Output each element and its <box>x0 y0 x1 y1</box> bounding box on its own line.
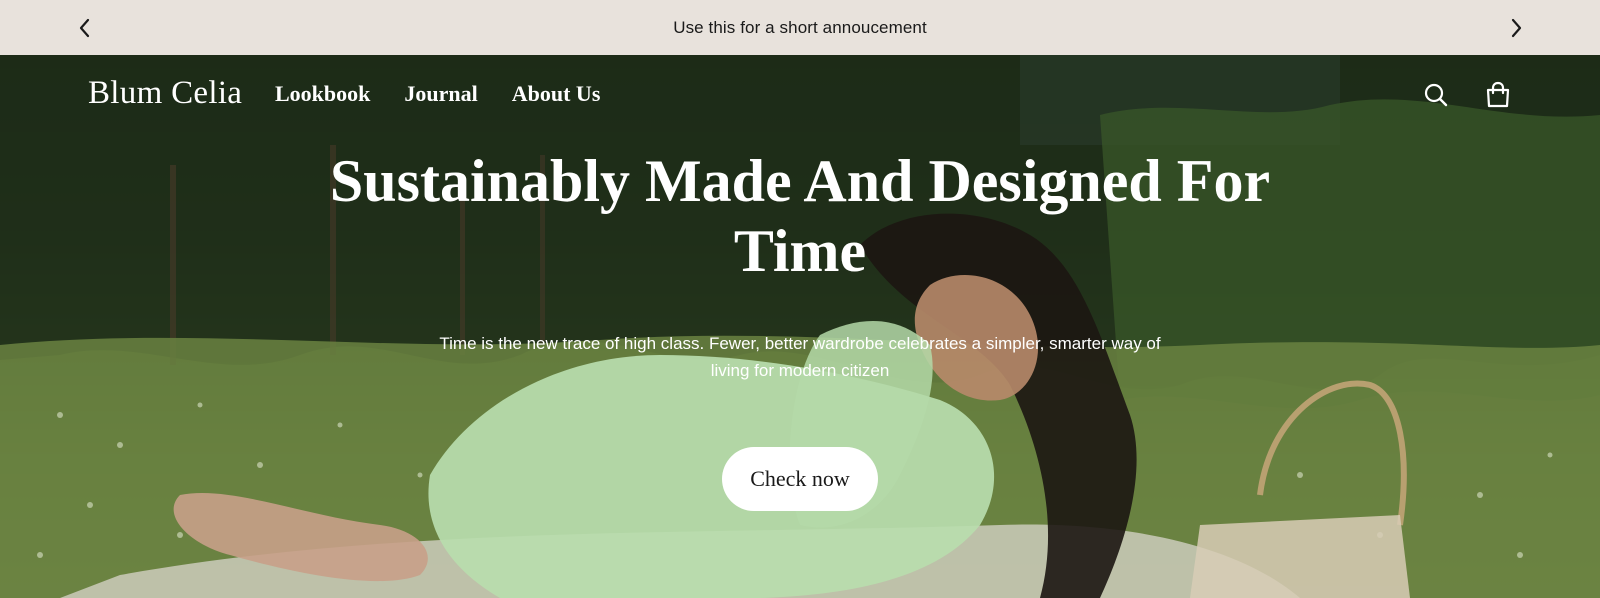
check-now-button[interactable]: Check now <box>722 447 878 511</box>
nav-item-about-us[interactable]: About Us <box>512 81 601 107</box>
search-icon <box>1424 83 1448 107</box>
hero-headline-line2: Time <box>733 218 867 284</box>
hero-subtext: Time is the new trace of high class. Few… <box>439 334 1161 380</box>
hero-banner <box>0 55 1600 598</box>
next-announcement-button[interactable] <box>1497 0 1537 55</box>
nav-item-lookbook[interactable]: Lookbook <box>275 81 370 107</box>
shopping-bag-icon <box>1486 81 1510 108</box>
announcement-text: Use this for a short annoucement <box>673 17 927 37</box>
hero-headline: Sustainably Made And Designed For Time <box>300 146 1300 286</box>
site-header: Blum Celia Lookbook Journal About Us <box>0 55 1600 133</box>
hero-headline-line1: Sustainably Made And Designed For <box>329 148 1271 214</box>
chevron-left-icon <box>79 18 90 37</box>
prev-announcement-button[interactable] <box>64 0 104 55</box>
chevron-right-icon <box>1511 18 1522 37</box>
announcement-bar: Use this for a short annoucement <box>0 0 1600 55</box>
search-button[interactable] <box>1422 81 1450 109</box>
cart-button[interactable] <box>1484 81 1512 109</box>
hero-image <box>0 55 1600 598</box>
nav-item-journal[interactable]: Journal <box>404 81 477 107</box>
brand-logo[interactable]: Blum Celia <box>88 75 242 112</box>
main-nav: Lookbook Journal About Us <box>275 81 600 107</box>
